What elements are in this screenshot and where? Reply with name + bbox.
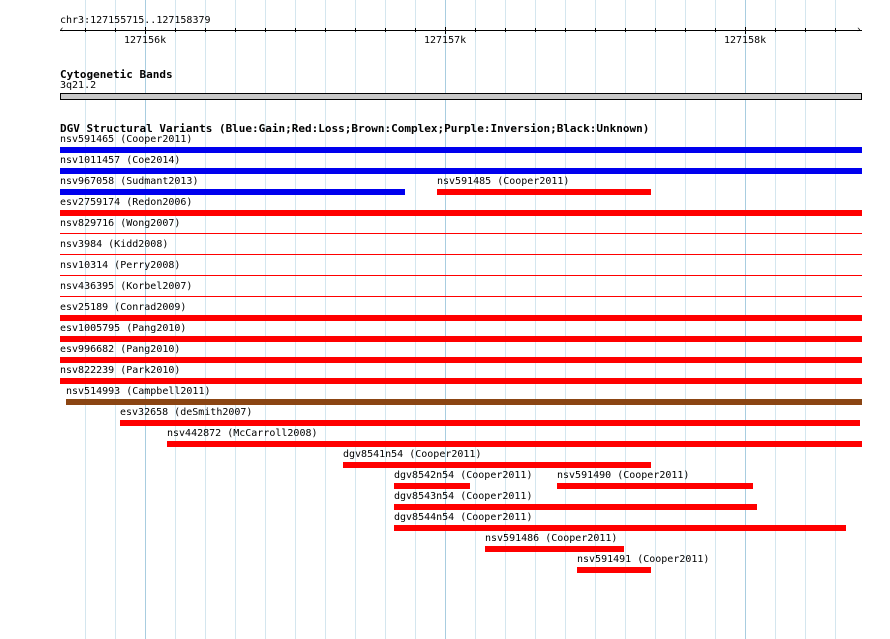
variant-label[interactable]: dgv8542n54 (Cooper2011) bbox=[394, 470, 532, 482]
variant-bar-loss[interactable] bbox=[577, 567, 651, 573]
variant-label[interactable]: nsv442872 (McCarroll2008) bbox=[167, 428, 318, 440]
genome-browser-view: chr3:127155715..127158379 ‹ › 127156k 12… bbox=[0, 0, 890, 639]
ruler-tick-label: 127157k bbox=[424, 35, 467, 46]
variant-label[interactable]: nsv3984 (Kidd2008) bbox=[60, 239, 168, 251]
scroll-left-arrow-icon[interactable]: ‹ bbox=[59, 26, 64, 35]
variant-label[interactable]: nsv829716 (Wong2007) bbox=[60, 218, 180, 230]
variant-label[interactable]: nsv967058 (Sudmant2013) bbox=[60, 176, 198, 188]
ruler-tick bbox=[805, 28, 806, 32]
ruler-tick bbox=[565, 28, 566, 32]
variant-label[interactable]: esv1005795 (Pang2010) bbox=[60, 323, 186, 335]
ruler-tick bbox=[175, 28, 176, 32]
variant-label[interactable]: nsv514993 (Campbell2011) bbox=[66, 386, 211, 398]
ruler-tick bbox=[355, 28, 356, 32]
variant-bar-loss[interactable] bbox=[60, 378, 862, 384]
location-label: chr3:127155715..127158379 bbox=[60, 15, 211, 26]
variant-bar-loss[interactable] bbox=[557, 483, 753, 489]
ruler-tick bbox=[475, 28, 476, 32]
ruler-tick bbox=[295, 28, 296, 32]
ruler-tick bbox=[85, 28, 86, 32]
variant-bar-loss[interactable] bbox=[394, 504, 757, 510]
variant-bar-loss[interactable] bbox=[60, 233, 862, 234]
variant-label[interactable]: nsv591490 (Cooper2011) bbox=[557, 470, 689, 482]
variant-label[interactable]: esv996682 (Pang2010) bbox=[60, 344, 180, 356]
variant-label[interactable]: esv32658 (deSmith2007) bbox=[120, 407, 252, 419]
variant-bar-gain[interactable] bbox=[60, 189, 405, 195]
variant-label[interactable]: dgv8541n54 (Cooper2011) bbox=[343, 449, 481, 461]
variant-bar-loss[interactable] bbox=[60, 336, 862, 342]
variant-bar-loss[interactable] bbox=[60, 315, 862, 321]
ruler-tick bbox=[625, 28, 626, 32]
variant-bar-loss[interactable] bbox=[167, 441, 862, 447]
ruler-axis bbox=[60, 30, 862, 31]
variant-label[interactable]: nsv591486 (Cooper2011) bbox=[485, 533, 617, 545]
ruler-tick bbox=[775, 28, 776, 32]
ruler-tick bbox=[415, 28, 416, 32]
ruler-tick-label: 127158k bbox=[724, 35, 767, 46]
cytoband-label: 3q21.2 bbox=[60, 80, 97, 91]
variant-bar-gain[interactable] bbox=[60, 168, 862, 174]
cytoband-bar[interactable] bbox=[60, 93, 862, 100]
variant-bar-loss[interactable] bbox=[485, 546, 624, 552]
variant-label[interactable]: nsv591491 (Cooper2011) bbox=[577, 554, 709, 566]
variant-bar-loss[interactable] bbox=[120, 420, 860, 426]
variant-bar-loss[interactable] bbox=[437, 189, 651, 195]
variant-label[interactable]: nsv436395 (Korbel2007) bbox=[60, 281, 192, 293]
ruler-tick bbox=[685, 28, 686, 32]
ruler-tick-label: 127156k bbox=[124, 35, 167, 46]
ruler-tick bbox=[745, 27, 746, 34]
ruler-tick bbox=[595, 28, 596, 32]
ruler-tick bbox=[205, 28, 206, 32]
ruler-tick bbox=[835, 28, 836, 32]
variant-bar-loss[interactable] bbox=[60, 254, 862, 255]
variant-bar-gain[interactable] bbox=[60, 147, 862, 153]
ruler-tick bbox=[265, 28, 266, 32]
variant-label[interactable]: nsv591485 (Cooper2011) bbox=[437, 176, 569, 188]
variant-label[interactable]: esv2759174 (Redon2006) bbox=[60, 197, 192, 209]
ruler-tick bbox=[385, 28, 386, 32]
ruler-tick bbox=[535, 28, 536, 32]
variant-label[interactable]: nsv1011457 (Coe2014) bbox=[60, 155, 180, 167]
variant-label[interactable]: nsv822239 (Park2010) bbox=[60, 365, 180, 377]
ruler-tick bbox=[235, 28, 236, 32]
variant-bar-loss[interactable] bbox=[394, 525, 846, 531]
scroll-right-arrow-icon[interactable]: › bbox=[856, 26, 861, 35]
ruler-tick bbox=[145, 27, 146, 34]
variant-bar-loss[interactable] bbox=[343, 462, 651, 468]
ruler-tick bbox=[505, 28, 506, 32]
variant-label[interactable]: nsv10314 (Perry2008) bbox=[60, 260, 180, 272]
variant-bar-loss[interactable] bbox=[60, 357, 862, 363]
variant-label[interactable]: esv25189 (Conrad2009) bbox=[60, 302, 186, 314]
ruler-tick bbox=[715, 28, 716, 32]
variant-bar-loss[interactable] bbox=[60, 210, 862, 216]
variant-label[interactable]: dgv8544n54 (Cooper2011) bbox=[394, 512, 532, 524]
variant-bar-complex[interactable] bbox=[66, 399, 862, 405]
variant-label[interactable]: dgv8543n54 (Cooper2011) bbox=[394, 491, 532, 503]
ruler-tick bbox=[445, 27, 446, 34]
ruler-tick bbox=[115, 28, 116, 32]
ruler-tick bbox=[325, 28, 326, 32]
ruler-tick bbox=[655, 28, 656, 32]
variant-bar-loss[interactable] bbox=[394, 483, 470, 489]
variant-label[interactable]: nsv591465 (Cooper2011) bbox=[60, 134, 192, 146]
variant-bar-loss[interactable] bbox=[60, 296, 862, 297]
variant-bar-loss[interactable] bbox=[60, 275, 862, 276]
